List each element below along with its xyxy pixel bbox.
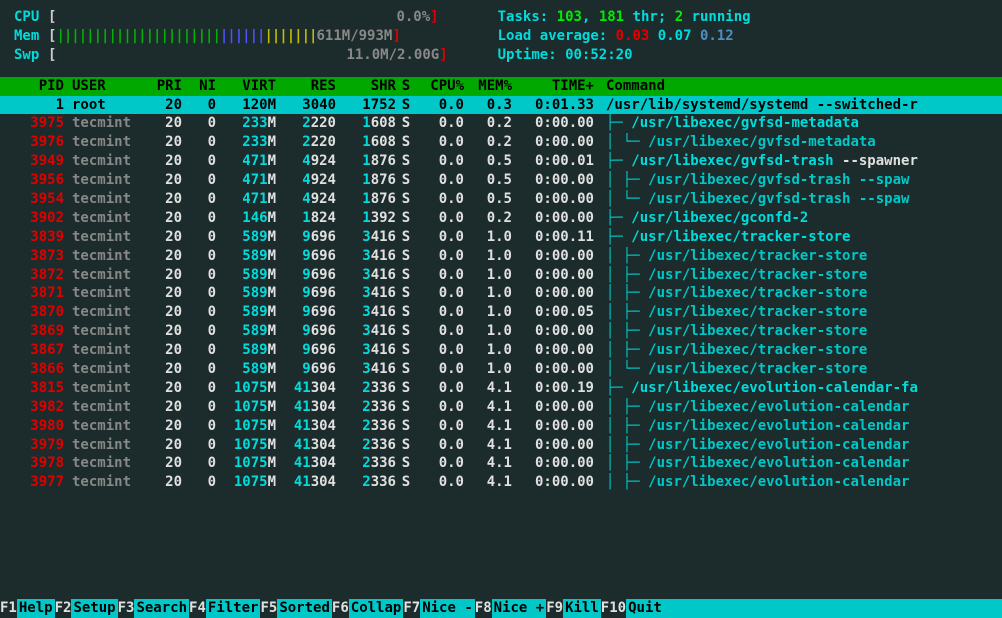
col-mem[interactable]: MEM% [464,77,512,96]
tasks-line: Tasks: 103, 181 thr; 2 running [498,8,751,27]
col-time[interactable]: TIME+ [512,77,594,96]
col-pid[interactable]: PID [14,77,64,96]
load-line: Load average: 0.03 0.07 0.12 [498,27,751,46]
process-list[interactable]: 3975tecmint200233M22201608S0.00.20:00.00… [0,114,1002,492]
column-header[interactable]: PID USER PRI NI VIRT RES SHR S CPU% MEM%… [0,77,1002,96]
process-row[interactable]: 3871tecmint200589M96963416S0.01.00:00.00… [0,284,1002,303]
process-row[interactable]: 3867tecmint200589M96963416S0.01.00:00.00… [0,341,1002,360]
process-row[interactable]: 3870tecmint200589M96963416S0.01.00:00.05… [0,303,1002,322]
col-user[interactable]: USER [64,77,142,96]
fkey-f10[interactable]: F10Quit [601,599,664,618]
process-row[interactable]: 3980tecmint2001075M413042336S0.04.10:00.… [0,417,1002,436]
tree-icon: ├─ [606,115,631,131]
col-s[interactable]: S [396,77,416,96]
col-pri[interactable]: PRI [142,77,182,96]
fkey-f5[interactable]: F5Sorted [260,599,331,618]
selected-row[interactable]: 1 root 20 0 120M 3040 1752 S 0.0 0.3 0:0… [0,96,1002,115]
tree-icon: │ ├─ [606,455,648,471]
process-row[interactable]: 3976tecmint200233M22201608S0.00.20:00.00… [0,133,1002,152]
col-virt[interactable]: VIRT [216,77,276,96]
cpu-label: CPU [14,8,48,27]
swp-meter: Swp [ 11.0M/2.00G ] [14,46,448,65]
cpu-meter: CPU [ 0.0% ] [14,8,448,27]
fkey-f2[interactable]: F2Setup [55,599,118,618]
process-row[interactable]: 3869tecmint200589M96963416S0.01.00:00.00… [0,322,1002,341]
swp-label: Swp [14,46,48,65]
col-cmd[interactable]: Command [594,77,1002,96]
fkey-f3[interactable]: F3Search [118,599,189,618]
swp-total: 2.00G [397,46,439,65]
process-row[interactable]: 3866tecmint200589M96963416S0.01.00:00.00… [0,360,1002,379]
process-row[interactable]: 3949tecmint200471M49241876S0.00.50:00.01… [0,152,1002,171]
process-row[interactable]: 3956tecmint200471M49241876S0.00.50:00.00… [0,171,1002,190]
process-row[interactable]: 3872tecmint200589M96963416S0.01.00:00.00… [0,266,1002,285]
fkey-f8[interactable]: F8Nice + [475,599,546,618]
process-row[interactable]: 3839tecmint200589M96963416S0.01.00:00.11… [0,228,1002,247]
fkey-f6[interactable]: F6Collap [332,599,403,618]
fkey-f1[interactable]: F1Help [0,599,55,618]
process-row[interactable]: 3975tecmint200233M22201608S0.00.20:00.00… [0,114,1002,133]
cpu-percent: 0.0% [396,8,430,27]
tree-icon: ├─ [606,229,631,245]
process-row[interactable]: 3979tecmint2001075M413042336S0.04.10:00.… [0,436,1002,455]
fkey-f7[interactable]: F7Nice - [403,599,474,618]
mem-total: 993M [359,27,393,46]
process-row[interactable]: 3977tecmint2001075M413042336S0.04.10:00.… [0,473,1002,492]
col-cpu[interactable]: CPU% [416,77,464,96]
mem-used: 611M [316,27,350,46]
mem-label: Mem [14,27,48,46]
process-row[interactable]: 3982tecmint2001075M413042336S0.04.10:00.… [0,398,1002,417]
uptime-line: Uptime: 00:52:20 [498,46,751,65]
tree-icon: ├─ [606,210,631,226]
tree-icon: │ ├─ [606,267,648,283]
tree-icon: ├─ [606,380,631,396]
col-ni[interactable]: NI [182,77,216,96]
col-shr[interactable]: SHR [336,77,396,96]
tree-icon: │ ├─ [606,304,648,320]
tree-icon: │ └─ [606,361,648,377]
tree-icon: │ ├─ [606,323,648,339]
swp-used: 11.0M [346,46,388,65]
footer-bar: F1Help F2Setup F3SearchF4FilterF5SortedF… [0,599,1002,618]
process-row[interactable]: 3954tecmint200471M49241876S0.00.50:00.00… [0,190,1002,209]
fkey-f4[interactable]: F4Filter [189,599,260,618]
fkey-f9[interactable]: F9Kill [546,599,601,618]
tree-icon: ├─ [606,153,631,169]
process-row[interactable]: 3873tecmint200589M96963416S0.01.00:00.00… [0,247,1002,266]
process-row[interactable]: 3815tecmint2001075M413042336S0.04.10:00.… [0,379,1002,398]
tree-icon: │ └─ [606,191,648,207]
tree-icon: │ ├─ [606,437,648,453]
tree-icon: │ ├─ [606,399,648,415]
col-res[interactable]: RES [276,77,336,96]
tree-icon: │ ├─ [606,172,648,188]
tree-icon: │ ├─ [606,285,648,301]
tree-icon: │ ├─ [606,248,648,264]
process-row[interactable]: 3978tecmint2001075M413042336S0.04.10:00.… [0,454,1002,473]
process-row[interactable]: 3902tecmint200146M18241392S0.00.20:00.00… [0,209,1002,228]
tree-icon: │ └─ [606,134,648,150]
mem-meter: Mem [ ||||||||||||||||||||||||||||||||||… [14,27,448,46]
header: CPU [ 0.0% ] Mem [ |||||||||||||||||||||… [0,0,1002,67]
tree-icon: │ ├─ [606,342,648,358]
tree-icon: │ ├─ [606,418,648,434]
tree-icon: │ ├─ [606,474,648,490]
